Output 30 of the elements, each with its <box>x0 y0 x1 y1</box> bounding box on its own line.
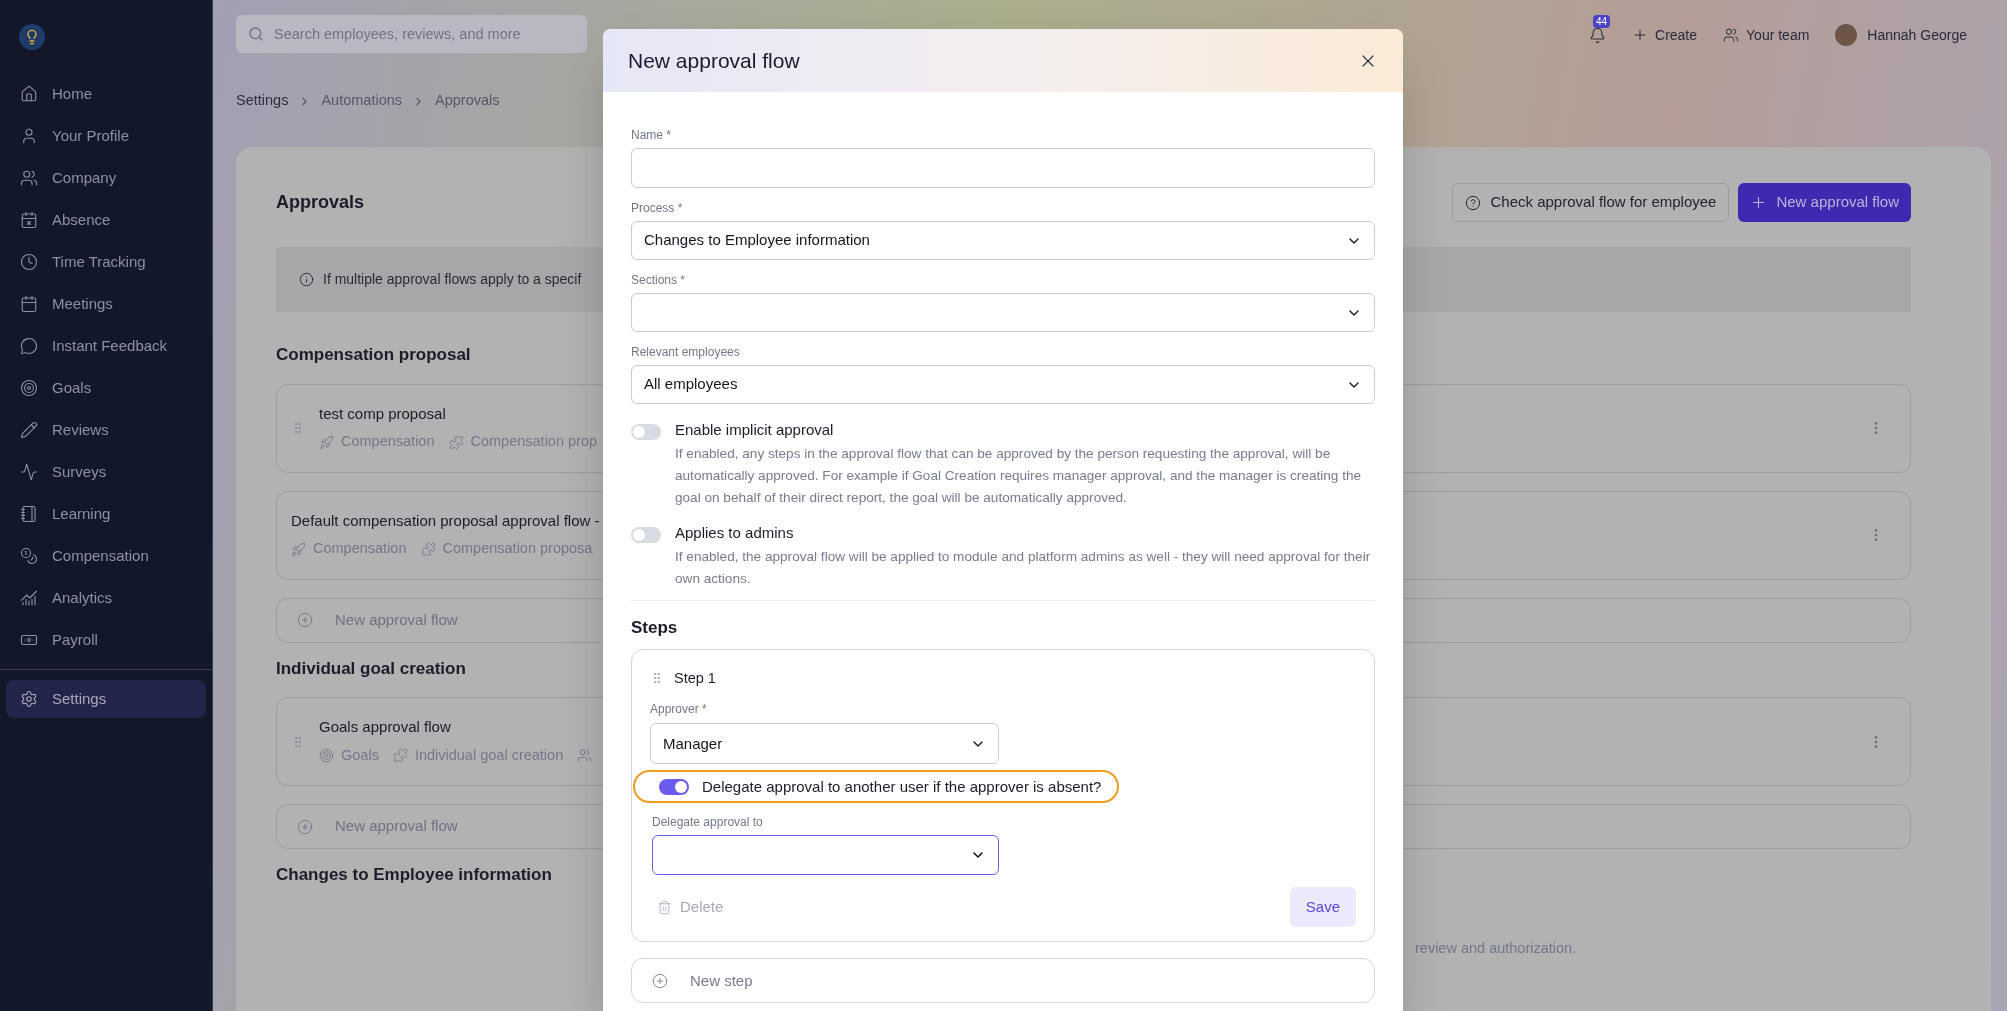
steps-title: Steps <box>631 617 679 639</box>
field-label: Approver * <box>650 702 708 717</box>
toggle-label: Delegate approval to another user if the approver is absent? <box>702 776 1102 797</box>
section-description: review and authorization. <box>1415 939 1577 956</box>
step-title: Step 1 <box>674 668 716 688</box>
flow-tag: Compensation <box>341 431 435 454</box>
info-text: If multiple approval flows apply to a specif <box>323 270 582 289</box>
page-title: Approvals <box>276 191 365 214</box>
notification-badge: 44 <box>1593 14 1611 28</box>
flow-tag: Compensation proposa <box>442 538 593 561</box>
toggle-label: Applies to admins <box>675 523 795 543</box>
section-title: Changes to Employee information <box>276 864 552 886</box>
flow-tag: Goals <box>341 744 379 767</box>
flow-name: Default compensation proposal approval flow - <box>291 510 600 531</box>
toggle-description: If enabled, the approval flow will be applied to module and platform admins as well - they will need approval for their own actions. <box>675 548 1372 588</box>
field-label: Process * <box>631 201 684 215</box>
flow-name: test comp proposal <box>319 403 447 424</box>
toggle-label: Enable implicit approval <box>675 420 835 440</box>
field-label: Name * <box>631 128 672 142</box>
field-label: Sections * <box>631 273 687 287</box>
section-title: Compensation proposal <box>276 344 471 366</box>
field-label: Delegate approval to <box>652 815 764 830</box>
flow-tag: Individual goal creation <box>414 744 564 767</box>
modal-title: New approval flow <box>628 47 800 74</box>
toggle-description: If enabled, any steps in the approval flow that can be approved by the person requesting the approval, will be automatically approved. For example if Goal Creation requires manager approval, and the manager is creating the goal on behalf of their direct report, the goal will be automatically approved. <box>675 445 1363 507</box>
field-label: Relevant employees <box>631 345 741 359</box>
flow-tag: Compensation prop <box>470 431 598 454</box>
flow-tag: Compensation <box>313 538 407 561</box>
section-title: Individual goal creation <box>276 657 466 680</box>
flow-name: Goals approval flow <box>319 717 452 738</box>
